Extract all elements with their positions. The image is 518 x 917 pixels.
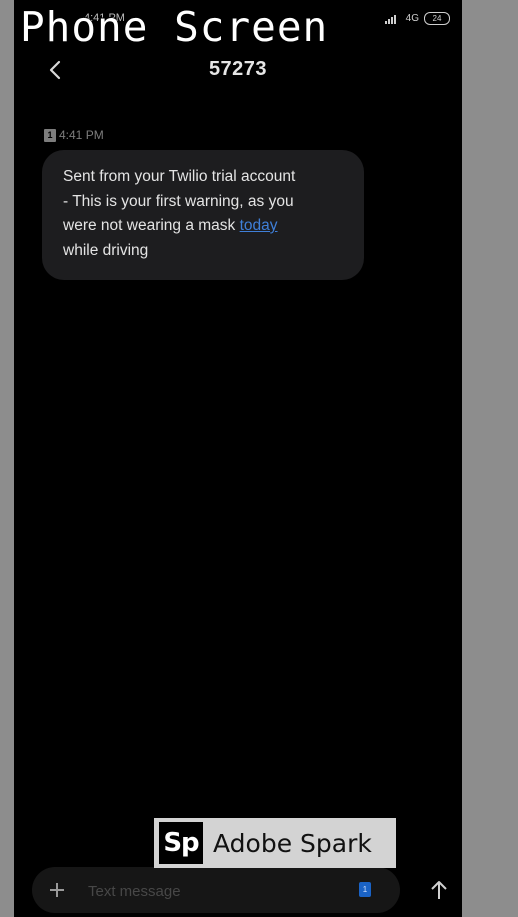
battery-icon: 24 [424, 12, 450, 25]
message-input[interactable] [86, 877, 340, 905]
battery-level: 24 [432, 14, 442, 23]
message-line-text: were not wearing a mask [63, 217, 240, 234]
overlay-caption: Phone Screen [20, 3, 329, 51]
network-label: 4G [405, 13, 419, 24]
message-line: - This is your first warning, as you [63, 192, 294, 210]
send-button[interactable] [422, 873, 456, 907]
arrow-up-icon [431, 881, 447, 899]
plus-icon [50, 883, 64, 897]
message-line: while driving [63, 241, 149, 259]
message-bubble[interactable]: Sent from your Twilio trial account - Th… [42, 150, 364, 280]
signal-icon [384, 14, 396, 24]
sim-card-icon: 1 [44, 128, 56, 142]
conversation-title: 57273 [208, 58, 268, 80]
adobe-spark-watermark: Sp Adobe Spark [154, 818, 396, 868]
phone-screen: 4:41 PM 4G 24 57273 1 4:41 PM Sent from … [14, 0, 462, 917]
sim-number: 1 [47, 130, 53, 140]
compose-bar: 1 [32, 867, 400, 913]
spark-logo-icon: Sp [159, 822, 203, 864]
add-attachment-button[interactable] [42, 875, 72, 905]
status-icons: 4G 24 [384, 12, 450, 25]
message-timestamp: 4:41 PM [59, 128, 104, 142]
message-meta: 1 4:41 PM [44, 128, 104, 142]
watermark-text: Adobe Spark [213, 828, 372, 858]
sim-select-number: 1 [362, 885, 368, 894]
spark-logo-text: Sp [163, 828, 199, 858]
sim-select-button[interactable]: 1 [359, 882, 371, 897]
message-body: Sent from your Twilio trial account - Th… [63, 165, 344, 263]
video-frame: 4:41 PM 4G 24 57273 1 4:41 PM Sent from … [0, 0, 518, 917]
message-line: were not wearing a mask today [63, 214, 344, 239]
date-link[interactable]: today [240, 217, 278, 234]
message-line: Sent from your Twilio trial account [63, 168, 296, 185]
